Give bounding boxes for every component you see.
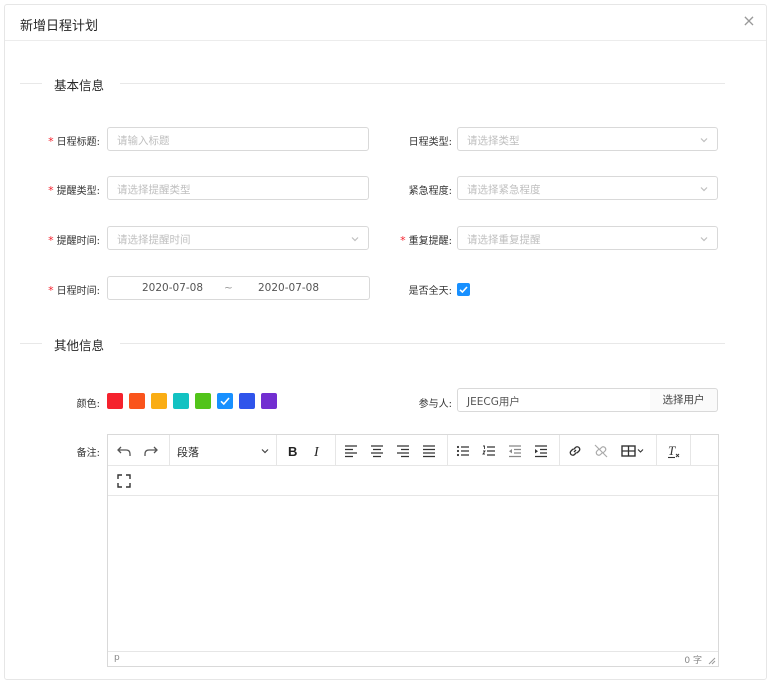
remark-label: 备注: xyxy=(76,448,100,459)
participants-label: 参与人: xyxy=(418,399,452,410)
check-icon xyxy=(459,286,468,294)
schedule-time-label: * 日程时间: xyxy=(48,284,100,297)
section-other-info: 其他信息 xyxy=(20,335,725,354)
close-icon[interactable]: × xyxy=(740,12,758,30)
bold-icon[interactable]: B xyxy=(282,441,302,461)
unlink-icon[interactable] xyxy=(591,441,611,461)
numbered-list-icon[interactable] xyxy=(479,441,499,461)
fullscreen-icon[interactable] xyxy=(114,471,134,491)
remind-type-input[interactable]: 请选择提醒类型 xyxy=(107,176,369,200)
editor-content-area[interactable] xyxy=(108,496,718,652)
select-user-button[interactable]: 选择用户 xyxy=(650,388,718,412)
italic-icon[interactable]: I xyxy=(307,441,327,461)
color-swatch[interactable] xyxy=(151,393,167,409)
title-label: * 日程标题: xyxy=(48,135,100,148)
align-left-icon[interactable] xyxy=(341,441,361,461)
editor-statusbar: p 0 字 xyxy=(108,651,718,666)
participants-input[interactable]: JEECG用户 xyxy=(457,388,651,412)
svg-text:B: B xyxy=(288,444,297,459)
svg-text:I: I xyxy=(313,445,320,459)
chevron-down-icon xyxy=(261,449,269,454)
remind-time-label: * 提醒时间: xyxy=(48,234,100,247)
redo-icon[interactable] xyxy=(141,441,161,461)
section-title-basic: 基本信息 xyxy=(54,75,113,94)
link-icon[interactable] xyxy=(565,441,585,461)
color-swatch[interactable] xyxy=(173,393,189,409)
check-icon xyxy=(220,397,230,406)
element-path[interactable]: p xyxy=(114,653,120,663)
bullet-list-icon[interactable] xyxy=(453,441,473,461)
all-day-checkbox[interactable] xyxy=(457,283,470,296)
editor-toolbar-row2 xyxy=(108,466,718,496)
repeat-select[interactable]: 请选择重复提醒 xyxy=(457,226,718,250)
undo-icon[interactable] xyxy=(114,441,134,461)
chevron-down-icon xyxy=(700,138,708,143)
start-date[interactable]: 2020-07-08 xyxy=(142,282,203,294)
resize-grip-icon[interactable] xyxy=(706,655,716,665)
align-justify-icon[interactable] xyxy=(419,441,439,461)
title-input[interactable]: 请输入标题 xyxy=(107,127,369,151)
section-basic-info: 基本信息 xyxy=(20,75,725,94)
remind-type-label: * 提醒类型: xyxy=(48,184,100,197)
type-label: 日程类型: xyxy=(408,137,452,148)
rich-text-editor: 段落 B I T p 0 字 xyxy=(107,434,719,667)
color-swatch[interactable] xyxy=(261,393,277,409)
align-center-icon[interactable] xyxy=(367,441,387,461)
block-format-select[interactable]: 段落 xyxy=(170,435,276,466)
color-swatch[interactable] xyxy=(107,393,123,409)
modal-header: 新增日程计划 × xyxy=(5,5,766,41)
color-swatch[interactable] xyxy=(195,393,211,409)
align-right-icon[interactable] xyxy=(393,441,413,461)
all-day-label: 是否全天: xyxy=(408,286,452,297)
indent-icon[interactable] xyxy=(531,441,551,461)
outdent-icon[interactable] xyxy=(505,441,525,461)
urgency-select[interactable]: 请选择紧急程度 xyxy=(457,176,718,200)
chevron-down-icon xyxy=(700,187,708,192)
chevron-down-icon xyxy=(351,237,359,242)
date-range-picker[interactable]: 2020-07-08 ~ 2020-07-08 xyxy=(107,276,370,300)
color-swatch[interactable] xyxy=(217,393,233,409)
table-icon[interactable] xyxy=(617,441,649,461)
editor-toolbar: 段落 B I T xyxy=(108,435,718,466)
end-date[interactable]: 2020-07-08 xyxy=(258,282,319,294)
section-title-other: 其他信息 xyxy=(54,335,113,354)
clear-format-icon[interactable]: T xyxy=(663,441,683,461)
color-label: 颜色: xyxy=(76,399,100,410)
modal-title: 新增日程计划 xyxy=(20,19,99,34)
repeat-label: * 重复提醒: xyxy=(400,234,452,247)
urgency-label: 紧急程度: xyxy=(408,186,452,197)
word-count: 0 字 xyxy=(684,656,702,666)
svg-text:T: T xyxy=(668,443,676,458)
type-select[interactable]: 请选择类型 xyxy=(457,127,718,151)
color-swatch[interactable] xyxy=(129,393,145,409)
color-swatch[interactable] xyxy=(239,393,255,409)
remind-time-select[interactable]: 请选择提醒时间 xyxy=(107,226,369,250)
chevron-down-icon xyxy=(700,237,708,242)
date-separator: ~ xyxy=(224,282,233,294)
